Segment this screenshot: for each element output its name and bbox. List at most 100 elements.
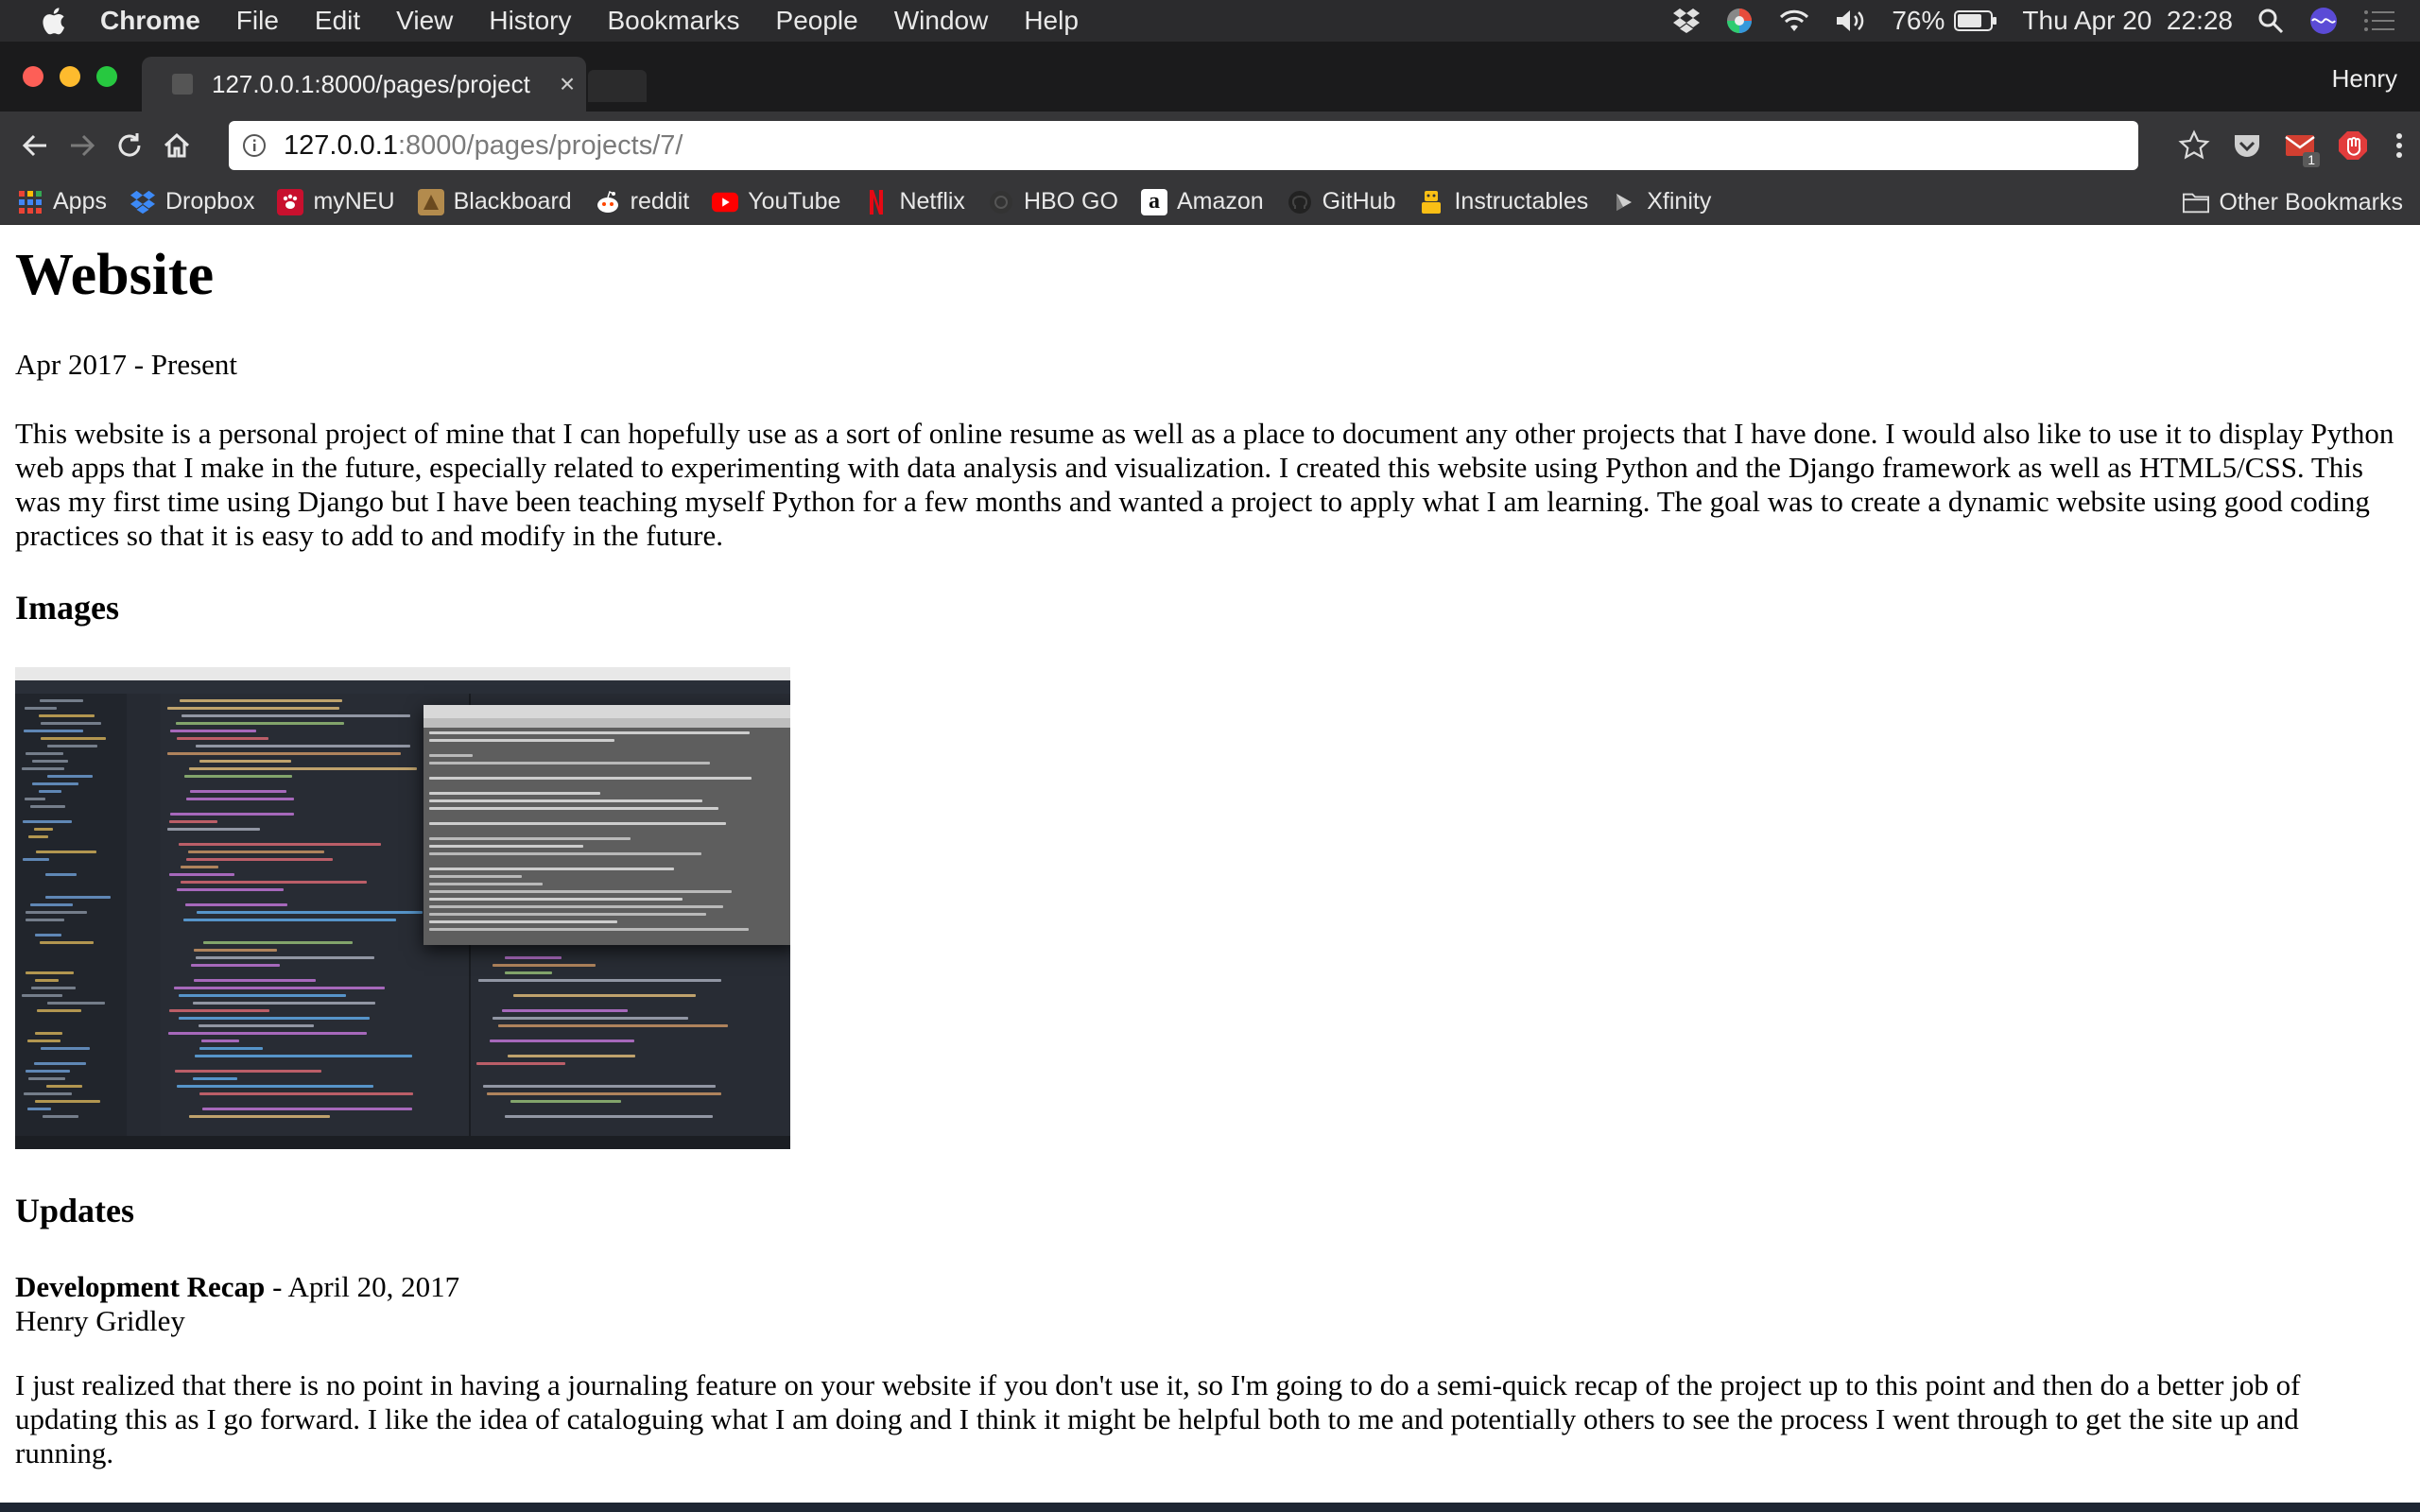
bookmark-label: reddit (630, 188, 690, 215)
page-viewport: Website Apr 2017 - Present This website … (0, 225, 2420, 1503)
update-date: April 20, 2017 (287, 1270, 460, 1303)
thumb-code-line (30, 903, 73, 906)
menu-app-name[interactable]: Chrome (100, 6, 200, 36)
bookmarks-bar: Apps Dropbox myNEU Blackboard reddit You… (0, 180, 2420, 225)
site-info-icon[interactable] (242, 133, 267, 158)
tab-active[interactable]: 127.0.0.1:8000/pages/project × (142, 57, 586, 112)
menu-help[interactable]: Help (1024, 6, 1079, 36)
clock[interactable]: Thu Apr 20 22:28 (2022, 6, 2233, 36)
thumb-code-line (37, 1009, 81, 1012)
dock-edge (0, 1503, 2420, 1512)
thumb-code-line (168, 1032, 367, 1035)
thumb-code-line (167, 707, 339, 710)
reload-icon (118, 133, 141, 157)
tab-close-icon[interactable]: × (548, 69, 586, 99)
url-host: 127.0.0.1 (284, 129, 398, 161)
home-button[interactable] (153, 122, 200, 169)
menu-view[interactable]: View (396, 6, 453, 36)
menu-bookmarks[interactable]: Bookmarks (607, 6, 739, 36)
thumb-gutter (127, 694, 161, 1136)
thumb-code-line (195, 1055, 412, 1057)
close-window-button[interactable] (23, 66, 43, 87)
browser-toolbar: 127.0.0.1:8000/pages/projects/7/ 1 (0, 112, 2420, 180)
fullscreen-window-button[interactable] (96, 66, 117, 87)
husky-paw-icon (277, 188, 304, 215)
thumb-code-line (429, 739, 614, 742)
thumb-code-line (193, 1002, 375, 1005)
bookmark-other-folder[interactable]: Other Bookmarks (2183, 180, 2403, 225)
thumb-code-line (35, 934, 61, 936)
bookmark-label: Xfinity (1647, 188, 1712, 215)
siri-icon[interactable] (2308, 6, 2339, 36)
wifi-icon[interactable] (1778, 9, 1810, 33)
menu-people[interactable]: People (776, 6, 858, 36)
bookmark-amazon[interactable]: a Amazon (1140, 188, 1264, 215)
thumb-code-line (429, 928, 749, 931)
menu-file[interactable]: File (236, 6, 279, 36)
notification-center-icon[interactable] (2363, 9, 2395, 33)
reload-button[interactable] (106, 122, 153, 169)
bookmark-apps[interactable]: Apps (17, 188, 107, 215)
profile-name[interactable]: Henry (2332, 64, 2397, 94)
bookmark-label: Netflix (899, 188, 965, 215)
dropbox-icon[interactable] (1672, 8, 1701, 34)
menu-window[interactable]: Window (894, 6, 989, 36)
page-title: Website (15, 243, 215, 307)
bookmark-instructables[interactable]: Instructables (1418, 188, 1588, 215)
thumb-code-line (47, 745, 97, 747)
bookmark-github[interactable]: GitHub (1287, 188, 1395, 215)
new-tab-button[interactable] (588, 70, 647, 102)
spotlight-search-icon[interactable] (2257, 8, 2284, 34)
thumb-code-line (31, 987, 76, 989)
pocket-icon[interactable] (2231, 129, 2263, 162)
menu-edit[interactable]: Edit (315, 6, 360, 36)
bookmark-hbo-go[interactable]: HBO GO (988, 188, 1118, 215)
thumb-code-line (180, 699, 342, 702)
bookmark-star-icon[interactable] (2178, 129, 2210, 162)
forward-button[interactable] (59, 122, 106, 169)
color-wheel-icon[interactable] (1725, 7, 1754, 35)
bookmark-youtube[interactable]: YouTube (712, 188, 840, 215)
thumb-code-line (167, 828, 260, 831)
thumb-code-line (429, 852, 701, 855)
adblock-icon[interactable] (2337, 129, 2369, 162)
bookmark-dropbox[interactable]: Dropbox (130, 188, 254, 215)
thumb-code-line (34, 828, 53, 831)
gmail-checker-extension[interactable]: 1 (2284, 129, 2320, 167)
thumb-code-line (429, 868, 674, 870)
menu-history[interactable]: History (489, 6, 571, 36)
thumb-terminal-output (424, 728, 790, 945)
blackboard-icon (417, 188, 444, 215)
thumb-code-line (36, 850, 96, 853)
thumb-code-line (40, 699, 83, 702)
bookmark-reddit[interactable]: reddit (595, 188, 690, 215)
thumb-code-line (41, 722, 101, 725)
address-bar[interactable]: 127.0.0.1:8000/pages/projects/7/ (229, 121, 2138, 170)
thumb-code-line (193, 1077, 237, 1080)
hbo-icon (988, 189, 1014, 215)
thumb-code-line (190, 790, 286, 793)
thumb-code-line (184, 775, 292, 778)
netflix-icon (863, 189, 890, 215)
back-button[interactable] (11, 122, 59, 169)
thumb-code-line (35, 1100, 100, 1103)
bookmark-xfinity[interactable]: Xfinity (1611, 188, 1711, 215)
bookmark-netflix[interactable]: Netflix (863, 188, 965, 215)
project-screenshot-image[interactable] (15, 667, 790, 1149)
thumb-code-line (32, 760, 68, 763)
chrome-menu-icon[interactable] (2390, 129, 2409, 162)
thumb-terminal (424, 705, 790, 945)
thumb-code-line (28, 1077, 65, 1080)
bookmark-blackboard[interactable]: Blackboard (417, 188, 572, 215)
thumb-code-line (25, 798, 45, 800)
thumb-code-line (27, 1040, 60, 1042)
thumb-code-line (185, 903, 287, 906)
battery-icon[interactable] (1954, 9, 1997, 32)
bookmark-myneu[interactable]: myNEU (277, 188, 395, 215)
minimize-window-button[interactable] (60, 66, 80, 87)
apple-logo-icon[interactable] (38, 5, 66, 37)
volume-icon[interactable] (1835, 9, 1867, 33)
thumb-code-line (189, 1115, 330, 1118)
thumb-code-line (199, 1092, 413, 1095)
update-author: Henry Gridley (15, 1304, 185, 1337)
